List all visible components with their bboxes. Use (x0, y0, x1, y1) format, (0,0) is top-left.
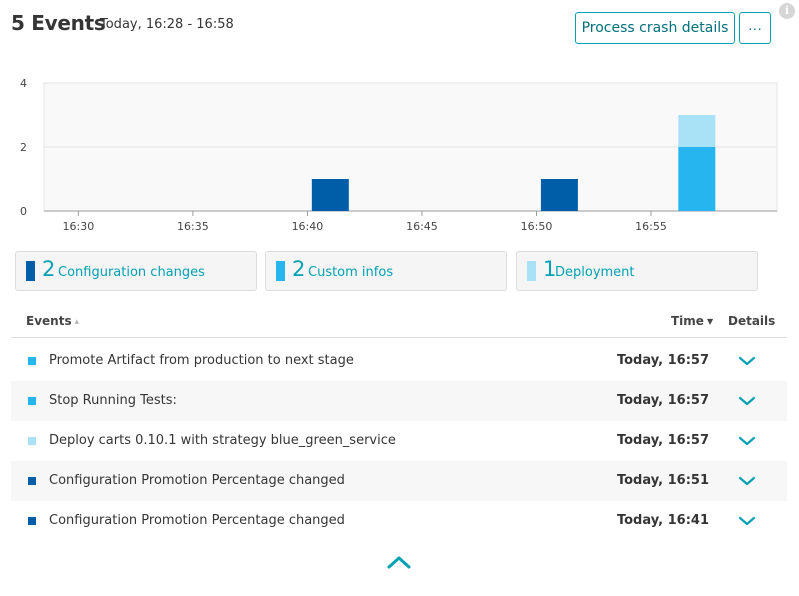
custom-infos-label: Custom infos (308, 265, 394, 280)
chevron-down-icon[interactable] (737, 471, 757, 491)
custom-infos-swatch (276, 261, 285, 281)
chevron-up-icon[interactable] (386, 553, 412, 573)
timeframe-label: Today, 16:28 - 16:58 (100, 17, 234, 32)
event-time: Today, 16:57 (616, 393, 709, 408)
event-type-marker (28, 397, 36, 405)
process-crash-details-button[interactable]: Process crash details (575, 12, 735, 44)
time-column-label: Time (671, 314, 704, 328)
configuration-changes-label: Configuration changes (58, 265, 205, 280)
event-description: Configuration Promotion Percentage chang… (49, 513, 345, 528)
event-type-marker (28, 357, 36, 365)
sort-icon: ▴ (74, 317, 80, 327)
events-column-label: Events (26, 314, 72, 328)
info-icon[interactable]: i (779, 3, 795, 19)
bar (311, 179, 349, 211)
sort-descending-icon: ▼ (706, 317, 714, 326)
x-tick-label: 16:40 (292, 220, 324, 233)
table-row[interactable]: Deploy carts 0.10.1 with strategy blue_g… (11, 421, 787, 461)
x-tick-label: 16:35 (177, 220, 209, 233)
chevron-down-icon[interactable] (737, 351, 757, 371)
event-time: Today, 16:57 (616, 353, 709, 368)
legend-custom-infos[interactable]: 2 Custom infos (265, 251, 507, 291)
table-row[interactable]: Configuration Promotion Percentage chang… (11, 461, 787, 501)
bar (678, 147, 716, 211)
event-type-marker (28, 437, 36, 445)
table-row[interactable]: Promote Artifact from production to next… (11, 341, 787, 381)
event-description: Stop Running Tests: (49, 393, 177, 408)
time-column-header[interactable]: Time ▼ (671, 314, 713, 328)
configuration-changes-swatch (26, 261, 35, 281)
x-tick-label: 16:55 (635, 220, 667, 233)
legend-configuration-changes[interactable]: 2 Configuration changes (15, 251, 257, 291)
event-time: Today, 16:41 (616, 513, 709, 528)
events-column-header[interactable]: Events ▴ (26, 314, 79, 328)
events-table: Events ▴ Time ▼ Details Promote Artifact f… (11, 306, 787, 541)
events-chart: 0 2 4 16:30 16:35 16:40 16:45 16:50 16:55 (20, 77, 778, 233)
y-tick-label: 4 (20, 77, 27, 90)
x-tick-label: 16:50 (521, 220, 553, 233)
table-row[interactable]: Configuration Promotion Percentage chang… (11, 501, 787, 541)
chevron-down-icon[interactable] (737, 431, 757, 451)
header: 5 Events Today, 16:28 - 16:58 Process cr… (0, 0, 799, 50)
chevron-down-icon[interactable] (737, 391, 757, 411)
x-tick-label: 16:45 (406, 220, 438, 233)
table-header: Events ▴ Time ▼ Details (11, 306, 787, 338)
event-time: Today, 16:51 (616, 473, 709, 488)
details-column-header: Details (728, 314, 776, 328)
y-tick-label: 0 (20, 205, 27, 218)
event-type-marker (28, 517, 36, 525)
configuration-changes-count: 2 (42, 257, 56, 281)
deployment-label: Deployment (555, 265, 635, 280)
event-time: Today, 16:57 (616, 433, 709, 448)
legend-deployment[interactable]: 1 Deployment (516, 251, 758, 291)
page-title: 5 Events (11, 11, 106, 35)
custom-infos-count: 2 (292, 257, 306, 281)
y-tick-label: 2 (20, 141, 27, 154)
bar (540, 179, 578, 211)
deployment-swatch (527, 261, 536, 281)
table-row[interactable]: Stop Running Tests: Today, 16:57 (11, 381, 787, 421)
event-type-marker (28, 477, 36, 485)
event-description: Deploy carts 0.10.1 with strategy blue_g… (49, 433, 396, 448)
event-description: Promote Artifact from production to next… (49, 353, 354, 368)
event-description: Configuration Promotion Percentage chang… (49, 473, 345, 488)
bar (678, 115, 716, 147)
chevron-down-icon[interactable] (737, 511, 757, 531)
x-tick-label: 16:30 (63, 220, 95, 233)
more-options-button[interactable]: ··· (739, 12, 771, 44)
